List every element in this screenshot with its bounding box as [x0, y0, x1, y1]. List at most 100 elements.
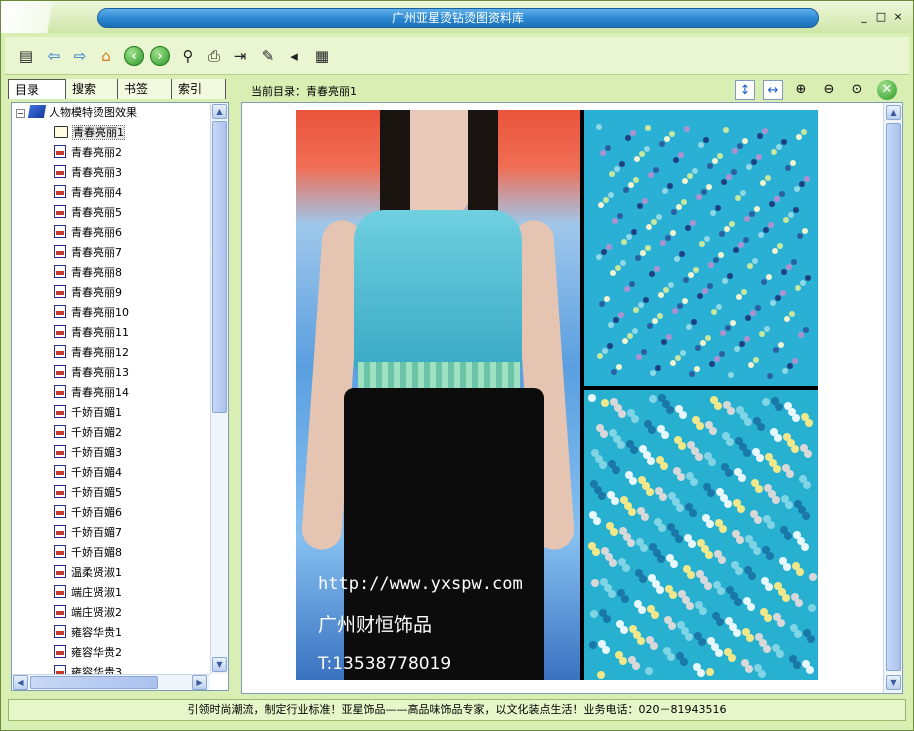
tree-item[interactable]: 端庄贤淑2: [54, 604, 122, 622]
rhinestone-dot: [625, 471, 633, 479]
tree-item[interactable]: 青春亮丽1: [54, 124, 125, 142]
tree-item[interactable]: 青春亮丽8: [54, 264, 122, 282]
tree-item[interactable]: 青春亮丽10: [54, 304, 129, 322]
rhinestone-dot: [753, 357, 759, 363]
rhinestone-dot: [646, 636, 654, 644]
rhinestone-dot: [784, 402, 792, 410]
tree-item-label: 雍容华贵2: [71, 646, 122, 659]
tree-item[interactable]: 雍容华贵1: [54, 624, 122, 642]
tree-item[interactable]: 青春亮丽6: [54, 224, 122, 242]
tree-item[interactable]: 千娇百媚3: [54, 444, 122, 462]
tree-item[interactable]: 千娇百媚7: [54, 524, 122, 542]
rhinestone-dot: [702, 288, 708, 294]
scroll-up-icon[interactable]: ▲: [212, 104, 227, 119]
tree-item[interactable]: 青春亮丽4: [54, 184, 122, 202]
page-icon: [54, 305, 66, 318]
tree-item[interactable]: 温柔贤淑1: [54, 564, 122, 582]
viewer-scroll-thumb[interactable]: [886, 123, 901, 671]
maximize-button[interactable]: □: [874, 10, 888, 24]
rhinestone-dot: [618, 558, 626, 566]
fit-width-icon[interactable]: ↔: [763, 80, 783, 100]
viewer-scroll-up-icon[interactable]: ▲: [886, 105, 901, 120]
back-arrow-icon[interactable]: ⇦: [43, 45, 65, 67]
prev-circle-icon[interactable]: ‹: [123, 45, 145, 67]
rhinestone-dot: [804, 176, 810, 182]
viewer-vertical-scrollbar[interactable]: ▲ ▼: [883, 103, 902, 693]
rhinestone-dot: [741, 659, 749, 667]
tree-item[interactable]: 青春亮丽7: [54, 244, 122, 262]
page-icon: [54, 645, 66, 658]
bookmark-add-icon[interactable]: ⇥: [229, 45, 251, 67]
rhinestone-dot: [633, 177, 639, 183]
rhinestone-dot: [778, 342, 784, 348]
scroll-thumb-h[interactable]: [30, 676, 158, 689]
rhinestone-dot: [761, 577, 769, 585]
viewer-scroll-down-icon[interactable]: ▼: [886, 675, 901, 690]
zoom-in-icon[interactable]: ⊕: [791, 80, 811, 100]
tree-item[interactable]: 青春亮丽5: [54, 204, 122, 222]
edit-icon[interactable]: ✎: [257, 45, 279, 67]
rhinestone-dot: [628, 182, 634, 188]
rhinestone-dot: [783, 217, 789, 223]
rhinestone-dot: [744, 566, 752, 574]
tree-item[interactable]: 青春亮丽14: [54, 384, 129, 402]
tree-item[interactable]: 青春亮丽3: [54, 164, 122, 182]
scroll-right-icon[interactable]: ▶: [192, 675, 207, 690]
close-viewer-icon[interactable]: ✕: [877, 80, 897, 100]
tree-item[interactable]: 青春亮丽12: [54, 344, 129, 362]
collapse-icon[interactable]: −: [16, 109, 25, 118]
tree-item[interactable]: 千娇百媚8: [54, 544, 122, 562]
rhinestone-dot: [588, 394, 596, 402]
rhinestone-dot: [731, 561, 739, 569]
scroll-thumb[interactable]: [212, 121, 227, 413]
rhinestone-dot: [652, 318, 658, 324]
rhinestone-dot: [704, 452, 712, 460]
forward-arrow-icon[interactable]: ⇨: [69, 45, 91, 67]
tab-search[interactable]: 搜索: [66, 79, 118, 99]
page-icon: [54, 325, 66, 338]
next-circle-icon[interactable]: ›: [149, 45, 171, 67]
tree-item[interactable]: 雍容华贵2: [54, 644, 122, 662]
rhinestone-dot: [694, 366, 700, 372]
tree-item[interactable]: 青春亮丽11: [54, 324, 129, 342]
tab-bookmarks[interactable]: 书签: [118, 79, 172, 99]
tree-item[interactable]: 端庄贤淑1: [54, 584, 122, 602]
rhinestone-dot: [601, 249, 607, 255]
tab-contents[interactable]: 目录: [8, 79, 66, 99]
rhinestone-dot: [685, 225, 691, 231]
tree-item[interactable]: 千娇百媚4: [54, 464, 122, 482]
close-button[interactable]: ×: [891, 10, 905, 24]
tree-item[interactable]: 千娇百媚6: [54, 504, 122, 522]
rhinestone-dot: [723, 401, 731, 409]
tree-item[interactable]: 青春亮丽13: [54, 364, 129, 382]
rhinestone-dot: [736, 406, 744, 414]
print-icon[interactable]: ⎙: [203, 45, 225, 67]
tree-item[interactable]: 千娇百媚5: [54, 484, 122, 502]
tree-item[interactable]: 千娇百媚1: [54, 404, 122, 422]
rhinestone-dot: [664, 136, 670, 142]
tree-root[interactable]: − 人物模特烫图效果: [16, 104, 137, 122]
scroll-left-icon[interactable]: ◀: [13, 675, 28, 690]
fit-height-icon[interactable]: ↕: [735, 80, 755, 100]
sound-icon[interactable]: ◂: [283, 45, 305, 67]
tab-index[interactable]: 索引: [172, 79, 226, 99]
rhinestone-dot: [645, 125, 651, 131]
scroll-down-icon[interactable]: ▼: [212, 657, 227, 672]
properties-icon[interactable]: ▦: [311, 45, 333, 67]
tree-item[interactable]: 千娇百媚2: [54, 424, 122, 442]
home-icon[interactable]: ⌂: [95, 45, 117, 67]
tree-item[interactable]: 青春亮丽2: [54, 144, 122, 162]
rhinestone-dot: [725, 325, 731, 331]
rhinestone-dot: [750, 510, 758, 518]
rhinestone-dot: [678, 590, 686, 598]
rhinestone-dot: [696, 570, 704, 578]
page-icon: [54, 565, 66, 578]
minimize-button[interactable]: _: [857, 10, 871, 24]
tree-horizontal-scrollbar[interactable]: ◀ ▶: [12, 674, 210, 690]
find-binoculars-icon[interactable]: ⚲: [177, 45, 199, 67]
zoom-actual-icon[interactable]: ⊙: [847, 80, 867, 100]
tree-item[interactable]: 青春亮丽9: [54, 284, 122, 302]
tree-vertical-scrollbar[interactable]: ▲ ▼: [210, 103, 228, 674]
zoom-out-icon[interactable]: ⊖: [819, 80, 839, 100]
contents-icon[interactable]: ▤: [15, 45, 37, 67]
